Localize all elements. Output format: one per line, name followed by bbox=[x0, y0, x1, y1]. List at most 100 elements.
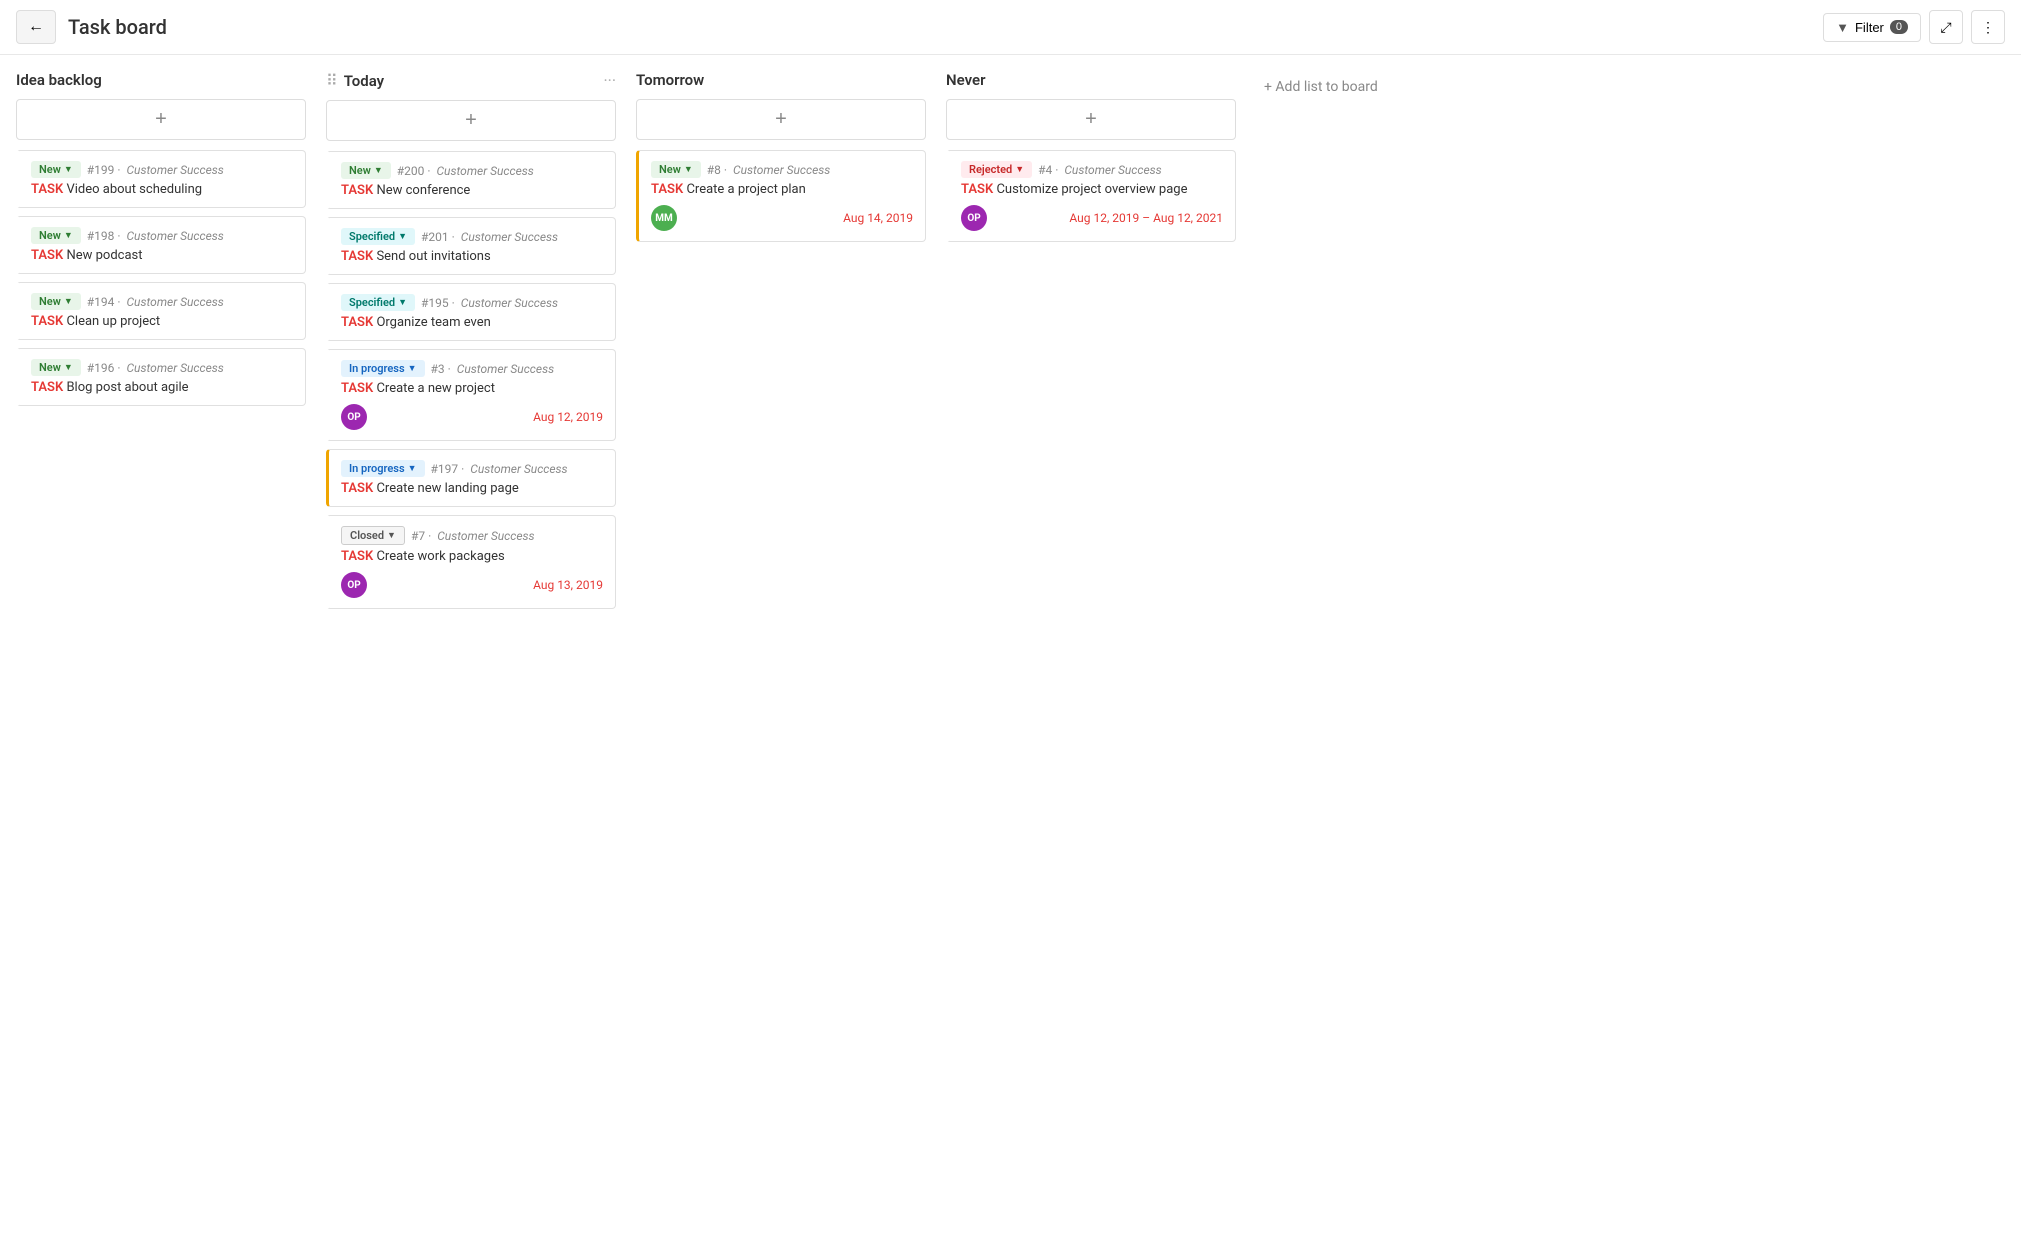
card-title: TASK Video about scheduling bbox=[31, 182, 293, 197]
column-idea-backlog: Idea backlog+New ▼#199 ·Customer Success… bbox=[16, 71, 306, 414]
card-footer: OP Aug 12, 2019 bbox=[341, 404, 603, 430]
card-title: TASK New podcast bbox=[31, 248, 293, 263]
status-badge[interactable]: Closed ▼ bbox=[341, 526, 405, 545]
card-id: #198 · bbox=[87, 229, 121, 243]
column-header: Tomorrow bbox=[636, 71, 926, 89]
back-icon: ← bbox=[28, 18, 44, 36]
card-id: #4 · bbox=[1038, 163, 1058, 177]
card[interactable]: New ▼#200 ·Customer Success TASK New conf… bbox=[326, 151, 616, 209]
card-title: TASK Create a new project bbox=[341, 381, 603, 396]
column-title: Never bbox=[946, 71, 985, 89]
status-badge[interactable]: In progress ▼ bbox=[341, 360, 425, 377]
card[interactable]: Specified ▼ #195 · Customer Success TASK Or… bbox=[326, 283, 616, 341]
status-badge[interactable]: New ▼ bbox=[31, 293, 81, 310]
task-label: TASK bbox=[341, 183, 373, 198]
card[interactable]: New ▼ #194 · Customer Success TASK Clean up… bbox=[16, 282, 306, 340]
add-card-button[interactable]: + bbox=[326, 100, 616, 141]
status-badge[interactable]: Specified ▼ bbox=[341, 228, 415, 245]
task-label: TASK bbox=[31, 182, 63, 197]
card-meta: Rejected ▼#4 ·Customer Success bbox=[961, 161, 1223, 178]
card-footer: OPAug 12, 2019 – Aug 12, 2021 bbox=[961, 205, 1223, 231]
task-label: TASK bbox=[341, 381, 373, 396]
drag-handle-icon[interactable]: ⠿ bbox=[326, 71, 338, 90]
card-meta: In progress ▼#197 ·Customer Success bbox=[341, 460, 603, 477]
column-tomorrow: Tomorrow+New ▼#8 ·Customer SuccessTASK C… bbox=[636, 71, 926, 250]
card-id: #3 · bbox=[431, 362, 451, 376]
card-date: Aug 12, 2019 bbox=[533, 410, 603, 424]
card-meta: New ▼#198 ·Customer Success bbox=[31, 227, 293, 244]
task-label: TASK bbox=[341, 249, 373, 264]
card-footer: OP Aug 13, 2019 bbox=[341, 572, 603, 598]
card-project: Customer Success bbox=[126, 361, 223, 375]
filter-button[interactable]: ▼ Filter 0 bbox=[1823, 13, 1921, 42]
card-project: Customer Success bbox=[436, 164, 533, 178]
card-project: Customer Success bbox=[126, 163, 223, 177]
status-badge[interactable]: Rejected ▼ bbox=[961, 161, 1032, 178]
task-label: TASK bbox=[31, 314, 63, 329]
add-list-button[interactable]: + Add list to board bbox=[1256, 71, 1386, 103]
card-title: TASK Organize team even bbox=[341, 315, 603, 330]
filter-label: Filter bbox=[1855, 20, 1884, 35]
card-project: Customer Success bbox=[733, 163, 830, 177]
add-card-button[interactable]: + bbox=[16, 99, 306, 140]
status-badge[interactable]: Specified ▼ bbox=[341, 294, 415, 311]
column-never: Never+Rejected ▼#4 ·Customer SuccessTASK… bbox=[946, 71, 1236, 250]
task-label: TASK bbox=[341, 481, 373, 496]
card[interactable]: New ▼#199 ·Customer SuccessTASK Video ab… bbox=[16, 150, 306, 208]
card-meta: Specified ▼#201 ·Customer Success bbox=[341, 228, 603, 245]
header-actions: ▼ Filter 0 ⤢ ⋮ bbox=[1823, 10, 2005, 44]
column-title: Idea backlog bbox=[16, 71, 102, 89]
status-badge[interactable]: In progress ▼ bbox=[341, 460, 425, 477]
column-header: ⠿Today··· bbox=[326, 71, 616, 90]
card-meta: New ▼#200 ·Customer Success bbox=[341, 162, 603, 179]
status-badge[interactable]: New ▼ bbox=[651, 161, 701, 178]
card-id: #8 · bbox=[707, 163, 727, 177]
add-card-button[interactable]: + bbox=[636, 99, 926, 140]
card-title: TASK Send out invitations bbox=[341, 249, 603, 264]
card[interactable]: In progress ▼#197 ·Customer Success TASK … bbox=[326, 449, 616, 507]
page-title: Task board bbox=[68, 15, 1811, 39]
more-options-button[interactable]: ⋮ bbox=[1971, 10, 2005, 44]
status-badge[interactable]: New ▼ bbox=[31, 161, 81, 178]
more-icon: ⋮ bbox=[1981, 19, 1995, 36]
card-id: #194 · bbox=[87, 295, 121, 309]
card-title: TASK New conference bbox=[341, 183, 603, 198]
card-meta: In progress ▼#3 ·Customer Success bbox=[341, 360, 603, 377]
back-button[interactable]: ← bbox=[16, 10, 56, 44]
card-meta: New ▼ #8 · Customer Success bbox=[651, 161, 913, 178]
card[interactable]: In progress ▼#3 ·Customer SuccessTASK Cr… bbox=[326, 349, 616, 441]
column-title: Tomorrow bbox=[636, 71, 704, 89]
card-project: Customer Success bbox=[437, 529, 534, 543]
card-id: #201 · bbox=[421, 230, 455, 244]
card-id: #7 · bbox=[411, 529, 431, 543]
card[interactable]: Specified ▼#201 ·Customer SuccessTASK Se… bbox=[326, 217, 616, 275]
card[interactable]: New ▼#198 ·Customer SuccessTASK New podc… bbox=[16, 216, 306, 274]
card-title: TASK Clean up project bbox=[31, 314, 293, 329]
card-title: TASK Create new landing page bbox=[341, 481, 603, 496]
status-badge[interactable]: New ▼ bbox=[341, 162, 391, 179]
status-badge[interactable]: New ▼ bbox=[31, 359, 81, 376]
task-label: TASK bbox=[341, 549, 373, 564]
column-today: ⠿Today··· + New ▼#200 ·Customer Success TAS… bbox=[326, 71, 616, 617]
card-date: Aug 14, 2019 bbox=[843, 211, 913, 225]
fullscreen-button[interactable]: ⤢ bbox=[1929, 10, 1963, 44]
card[interactable]: New ▼#196 ·Customer SuccessTASK Blog pos… bbox=[16, 348, 306, 406]
avatar: OP bbox=[341, 572, 367, 598]
card[interactable]: Rejected ▼#4 ·Customer SuccessTASK Custo… bbox=[946, 150, 1236, 242]
board-container: Idea backlog+New ▼#199 ·Customer Success… bbox=[0, 55, 2021, 633]
add-card-button[interactable]: + bbox=[946, 99, 1236, 140]
card-id: #196 · bbox=[87, 361, 121, 375]
card-id: #195 · bbox=[421, 296, 455, 310]
column-header: Never bbox=[946, 71, 1236, 89]
card-meta: New ▼ #196 · Customer Success bbox=[31, 359, 293, 376]
status-badge[interactable]: New ▼ bbox=[31, 227, 81, 244]
card-date: Aug 13, 2019 bbox=[533, 578, 603, 592]
card-project: Customer Success bbox=[126, 295, 223, 309]
card[interactable]: Closed ▼#7 ·Customer SuccessTASK Create … bbox=[326, 515, 616, 609]
card-project: Customer Success bbox=[461, 296, 558, 310]
avatar: OP bbox=[341, 404, 367, 430]
filter-icon: ▼ bbox=[1836, 20, 1849, 35]
task-label: TASK bbox=[961, 182, 993, 197]
column-more-icon[interactable]: ··· bbox=[603, 71, 616, 90]
card[interactable]: New ▼#8 ·Customer SuccessTASK Create a p… bbox=[636, 150, 926, 242]
